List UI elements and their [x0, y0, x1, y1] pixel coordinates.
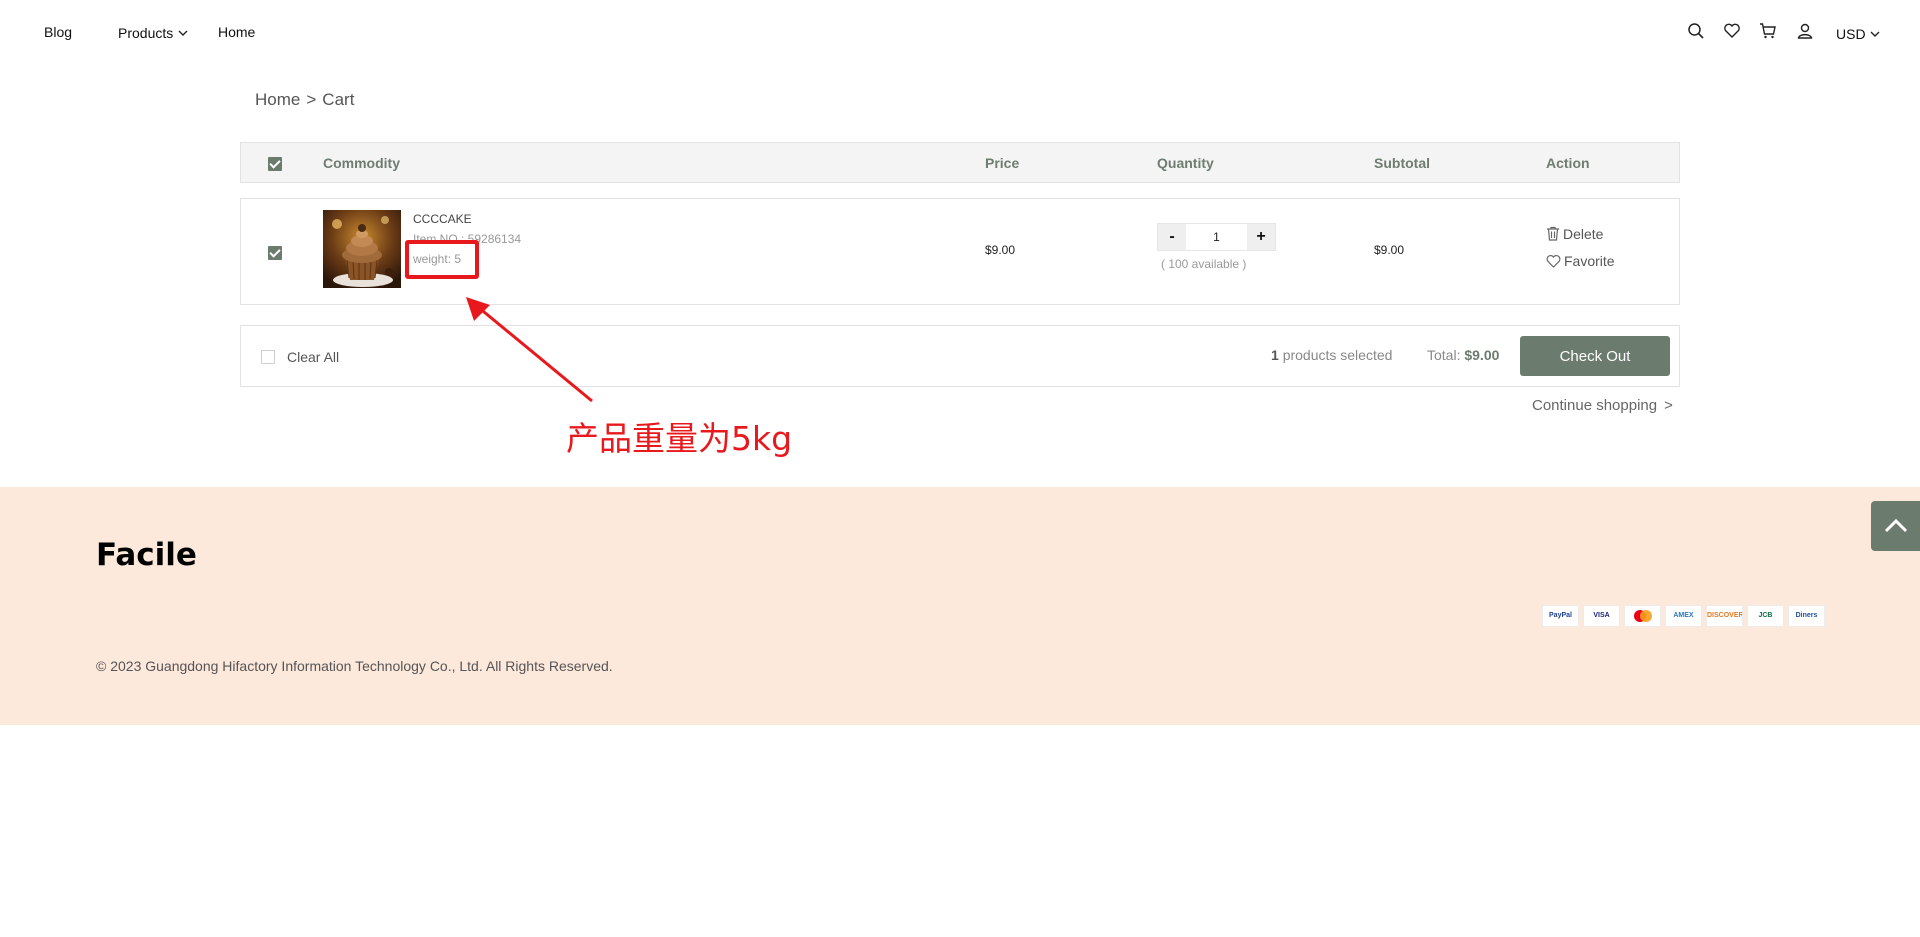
- item-checkbox[interactable]: [268, 246, 282, 260]
- column-commodity: Commodity: [323, 155, 400, 171]
- continue-shopping-link[interactable]: Continue shopping >: [1532, 397, 1673, 414]
- clear-all-checkbox[interactable]: [261, 350, 275, 364]
- currency-label: USD: [1836, 26, 1866, 42]
- total-value: $9.00: [1464, 347, 1500, 363]
- delete-button[interactable]: Delete: [1546, 226, 1603, 242]
- nav-products[interactable]: Products: [118, 24, 188, 41]
- column-price: Price: [985, 155, 1020, 171]
- chevron-down-icon: [178, 24, 188, 40]
- nav-blog[interactable]: Blog: [44, 24, 72, 40]
- search-icon[interactable]: [1687, 22, 1707, 42]
- user-icon[interactable]: [1796, 22, 1816, 42]
- favorite-label: Favorite: [1564, 253, 1615, 269]
- select-all-checkbox[interactable]: [268, 157, 282, 171]
- product-thumbnail[interactable]: [323, 210, 401, 288]
- quantity-available: ( 100 available ): [1161, 257, 1247, 271]
- column-quantity: Quantity: [1157, 155, 1214, 171]
- cart-total: Total: $9.00: [1427, 347, 1499, 363]
- site-footer: Facile PayPal VISA AMEX DISCOVER JCB Diners ©…: [0, 487, 1920, 725]
- payment-badge: PayPal: [1542, 605, 1579, 627]
- product-name[interactable]: CCCCAKE: [413, 212, 472, 226]
- back-to-top-button[interactable]: [1871, 501, 1920, 551]
- selected-count: 1 products selected: [1271, 347, 1392, 363]
- site-header: Blog Products Home USD: [0, 0, 1920, 66]
- item-price: $9.00: [985, 243, 1016, 257]
- selected-count-label: products selected: [1282, 347, 1393, 363]
- currency-selector[interactable]: USD: [1836, 25, 1880, 42]
- cart-icon[interactable]: [1759, 22, 1779, 42]
- payment-badge: [1624, 605, 1661, 627]
- breadcrumb: Home > Cart: [255, 90, 354, 110]
- payment-badge: VISA: [1583, 605, 1620, 627]
- payment-badge: Diners: [1788, 605, 1825, 627]
- selected-count-number: 1: [1271, 347, 1279, 363]
- quantity-stepper: - +: [1157, 223, 1276, 251]
- nav-products-label: Products: [118, 25, 174, 41]
- breadcrumb-current: Cart: [322, 90, 355, 109]
- annotation-highlight-box: [405, 240, 479, 279]
- trash-icon: [1546, 226, 1563, 242]
- payment-badge: AMEX: [1665, 605, 1702, 627]
- chevron-down-icon: [1870, 25, 1880, 41]
- annotation-text: 产品重量为5kg: [566, 419, 793, 458]
- favorite-button[interactable]: Favorite: [1546, 253, 1615, 269]
- column-subtotal: Subtotal: [1374, 155, 1430, 171]
- payment-badge: JCB: [1747, 605, 1784, 627]
- footer-copyright: © 2023 Guangdong Hifactory Information T…: [96, 658, 613, 674]
- cart-summary-bar: Clear All 1 products selected Total: $9.…: [240, 325, 1680, 387]
- clear-all-button[interactable]: Clear All: [287, 349, 339, 365]
- quantity-input[interactable]: [1186, 224, 1247, 250]
- breadcrumb-separator: >: [306, 90, 317, 109]
- heart-icon[interactable]: [1723, 22, 1743, 42]
- annotation-arrow: [466, 297, 593, 403]
- delete-label: Delete: [1563, 226, 1604, 242]
- total-label: Total:: [1427, 347, 1461, 363]
- cart-page: Blog Products Home USD Home > Cart Commodi…: [0, 0, 1920, 937]
- breadcrumb-home[interactable]: Home: [255, 90, 300, 109]
- cart-table-header: Commodity Price Quantity Subtotal Action: [240, 142, 1680, 183]
- quantity-decrease-button[interactable]: -: [1158, 224, 1186, 250]
- checkout-button[interactable]: Check Out: [1520, 336, 1670, 376]
- quantity-increase-button[interactable]: +: [1247, 224, 1275, 250]
- heart-icon: [1546, 253, 1564, 269]
- chevron-right-icon: >: [1664, 397, 1673, 414]
- continue-shopping-label: Continue shopping: [1532, 397, 1658, 414]
- item-subtotal: $9.00: [1374, 243, 1405, 257]
- payment-badge: DISCOVER: [1706, 605, 1743, 627]
- column-action: Action: [1546, 155, 1590, 171]
- footer-brand: Facile: [96, 537, 197, 573]
- nav-home[interactable]: Home: [218, 24, 255, 40]
